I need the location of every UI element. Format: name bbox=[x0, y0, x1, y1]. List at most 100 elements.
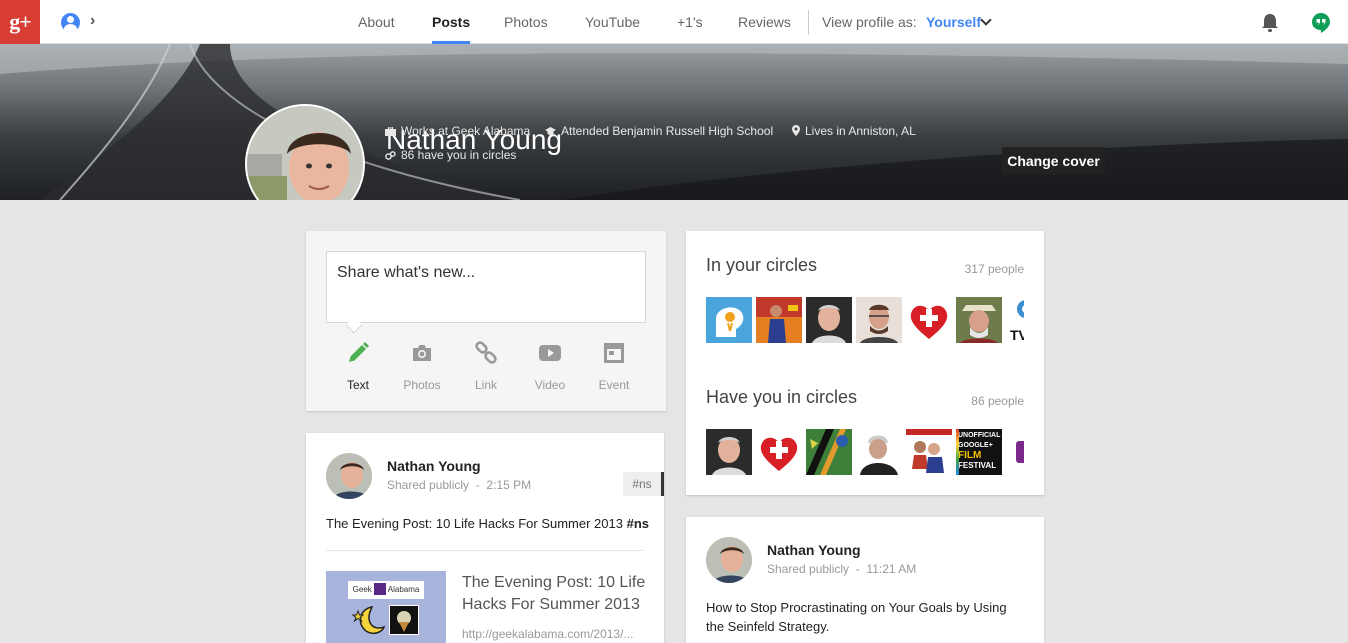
pencil-icon bbox=[349, 342, 369, 362]
circle-avatar-tv-logo[interactable]: TV bbox=[1006, 297, 1024, 343]
circle-avatar-man-cap[interactable] bbox=[856, 429, 902, 475]
moon-icon bbox=[352, 606, 386, 634]
tab-reviews[interactable]: Reviews bbox=[738, 0, 791, 44]
circle-avatar-mind-logo[interactable] bbox=[706, 297, 752, 343]
post-shared-text: Shared publicly bbox=[387, 478, 470, 492]
in-your-circles-count[interactable]: 317 people bbox=[965, 262, 1024, 276]
circle-avatar-man-glasses[interactable] bbox=[856, 297, 902, 343]
share-option-event[interactable]: Event bbox=[584, 341, 644, 392]
meta-separator: - bbox=[849, 562, 867, 576]
tab-photos[interactable]: Photos bbox=[504, 0, 548, 44]
in-your-circles-title[interactable]: In your circles bbox=[706, 255, 817, 276]
circle-avatar-film-festival[interactable]: UNOFFICIAL GOOGLE+ FILM FESTIVAL bbox=[956, 429, 1002, 475]
chevron-right-icon[interactable]: › bbox=[90, 12, 95, 30]
profile-school: Attended Benjamin Russell High School bbox=[545, 124, 773, 138]
share-option-text[interactable]: Text bbox=[328, 341, 388, 392]
circles-icon bbox=[385, 151, 396, 160]
post-text-main: The Evening Post: 10 Life Hacks For Summ… bbox=[326, 516, 623, 531]
google-plus-logo[interactable]: g+ bbox=[0, 0, 40, 44]
post-card: Nathan Young Shared publicly - 11:21 AM … bbox=[686, 517, 1044, 643]
post-shared-text: Shared publicly bbox=[767, 562, 850, 576]
link-preview-title[interactable]: The Evening Post: 10 Life Hacks For Summ… bbox=[462, 572, 652, 616]
profile-work-text: Works at Geek Alabama bbox=[401, 124, 531, 138]
have-you-in-circles-count[interactable]: 86 people bbox=[971, 394, 1024, 408]
chevron-down-icon[interactable] bbox=[980, 14, 992, 26]
circle-avatar-purple-logo[interactable] bbox=[1006, 429, 1024, 475]
film-festival-line: UNOFFICIAL bbox=[958, 432, 1001, 439]
post-text: The Evening Post: 10 Life Hacks For Summ… bbox=[326, 514, 649, 533]
circle-avatar-man-smiling[interactable] bbox=[706, 429, 752, 475]
circles-card: In your circles 317 people TV Have you i… bbox=[686, 231, 1044, 495]
have-you-in-circles-title[interactable]: Have you in circles bbox=[706, 387, 857, 408]
tab-plus-ones[interactable]: +1's bbox=[677, 0, 703, 44]
post-author-avatar[interactable] bbox=[326, 453, 372, 499]
share-input-placeholder[interactable]: Share what's new... bbox=[337, 264, 475, 282]
circle-avatar-man-smiling[interactable] bbox=[806, 297, 852, 343]
meta-separator: - bbox=[469, 478, 487, 492]
share-option-label: Text bbox=[346, 378, 369, 392]
profile-location: Lives in Anniston, AL bbox=[792, 124, 916, 138]
view-profile-as-label: View profile as: bbox=[822, 14, 917, 30]
share-option-video[interactable]: Video bbox=[520, 341, 580, 392]
post-author-avatar[interactable] bbox=[706, 537, 752, 583]
camera-icon bbox=[413, 345, 431, 361]
nav-divider bbox=[808, 10, 809, 35]
post-author-name[interactable]: Nathan Young bbox=[767, 542, 861, 558]
post-visibility: Shared publicly - 11:21 AM bbox=[767, 562, 916, 576]
share-option-label: Event bbox=[598, 378, 630, 392]
post-author-name[interactable]: Nathan Young bbox=[387, 458, 481, 474]
profile-school-text: Attended Benjamin Russell High School bbox=[561, 124, 774, 138]
profile-circles: 86 have you in circles bbox=[385, 148, 516, 162]
tab-youtube[interactable]: YouTube bbox=[585, 0, 640, 44]
share-option-photos[interactable]: Photos bbox=[392, 341, 452, 392]
circle-avatar-heart-plus[interactable] bbox=[906, 297, 952, 343]
tv-logo-text: TV bbox=[1010, 327, 1024, 343]
top-bar: g+ › About Posts Photos YouTube +1's Rev… bbox=[0, 0, 1348, 44]
thumb-dark-tile bbox=[389, 605, 419, 635]
link-preview-url[interactable]: http://geekalabama.com/2013/... bbox=[462, 627, 642, 641]
tab-about[interactable]: About bbox=[358, 0, 395, 44]
hangouts-icon[interactable] bbox=[1312, 13, 1330, 33]
circle-avatar-heart-plus[interactable] bbox=[756, 429, 802, 475]
location-pin-icon bbox=[792, 125, 800, 136]
graduation-cap-icon bbox=[545, 127, 556, 135]
view-profile-as-select[interactable]: Yourself bbox=[926, 0, 981, 44]
link-preview-thumbnail[interactable]: Geek Alabama bbox=[326, 571, 446, 643]
film-festival-line: FILM bbox=[958, 450, 982, 461]
cover-photo: Nathan Young Works at Geek Alabama Atten… bbox=[0, 44, 1348, 200]
film-festival-line: FESTIVAL bbox=[958, 461, 997, 470]
notification-bell-icon[interactable] bbox=[1261, 13, 1279, 33]
share-input-box[interactable]: Share what's new... bbox=[326, 251, 646, 334]
change-cover-button[interactable]: Change cover bbox=[1002, 147, 1105, 175]
event-icon bbox=[604, 343, 624, 363]
hashtag-badge[interactable]: #ns bbox=[623, 472, 664, 496]
circle-avatar-runner[interactable] bbox=[756, 297, 802, 343]
logo-text-left: Geek bbox=[352, 585, 372, 594]
tab-posts[interactable]: Posts bbox=[432, 0, 471, 44]
cover-road-image bbox=[0, 44, 1348, 200]
profile-work: Works at Geek Alabama bbox=[385, 124, 530, 138]
profile-circles-text: 86 have you in circles bbox=[401, 148, 517, 162]
ice-cream-icon bbox=[397, 611, 411, 632]
share-option-link[interactable]: Link bbox=[456, 341, 516, 392]
post-timestamp[interactable]: 11:21 AM bbox=[866, 562, 916, 576]
profile-switcher-icon[interactable] bbox=[61, 13, 80, 32]
circle-avatar-man-hat[interactable] bbox=[956, 297, 1002, 343]
circle-avatar-leaf-art[interactable] bbox=[806, 429, 852, 475]
post-text: How to Stop Procrastinating on Your Goal… bbox=[706, 600, 1007, 634]
post-card: Nathan Young Shared publicly - 2:15 PM #… bbox=[306, 433, 664, 643]
post-visibility: Shared publicly - 2:15 PM bbox=[387, 478, 531, 492]
link-icon bbox=[475, 341, 497, 364]
post-divider bbox=[326, 550, 644, 551]
share-option-label: Photos bbox=[403, 378, 441, 392]
briefcase-icon bbox=[385, 127, 396, 136]
profile-location-text: Lives in Anniston, AL bbox=[805, 124, 916, 138]
have-you-in-circles-avatars: UNOFFICIAL GOOGLE+ FILM FESTIVAL bbox=[706, 429, 1024, 475]
geek-alabama-logo: Geek Alabama bbox=[348, 581, 424, 599]
in-your-circles-avatars: TV bbox=[706, 297, 1024, 343]
circle-avatar-woman-group[interactable] bbox=[906, 429, 952, 475]
post-hashtag-link[interactable]: #ns bbox=[627, 516, 649, 531]
share-box-card: Share what's new... Text Photos Link Vid… bbox=[306, 231, 666, 411]
post-timestamp[interactable]: 2:15 PM bbox=[486, 478, 531, 492]
video-icon bbox=[539, 345, 561, 361]
